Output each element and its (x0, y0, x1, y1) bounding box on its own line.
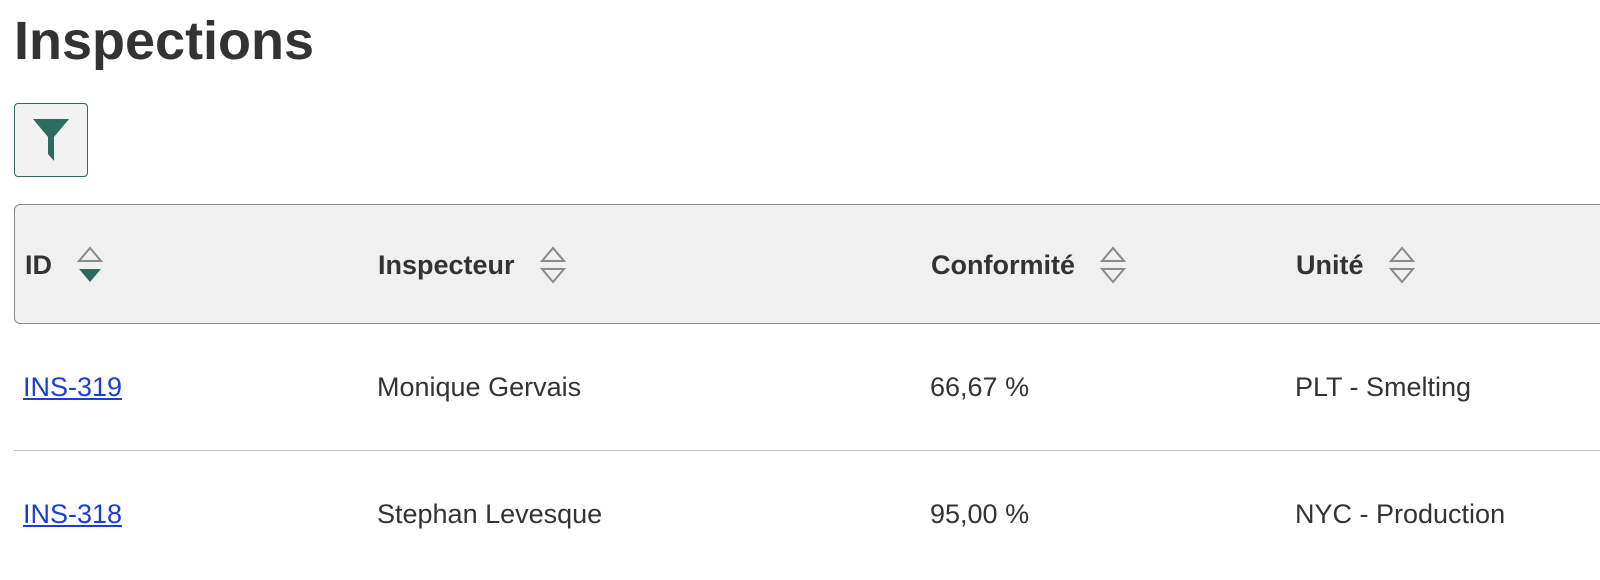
cell-unit: NYC - Production (1295, 498, 1506, 529)
cell-unit: PLT - Smelting (1295, 371, 1472, 402)
column-header-inspector[interactable]: Inspecteur (378, 205, 567, 325)
cell-compliance: 66,67 % (930, 371, 1030, 402)
column-header-unit[interactable]: Unité (1296, 205, 1416, 325)
filter-button[interactable] (14, 103, 88, 177)
cell-inspector: Stephan Levesque (377, 498, 603, 529)
inspection-id-link[interactable]: INS-318 (23, 499, 122, 530)
cell-id: INS-319 (23, 324, 122, 450)
cell-compliance: 95,00 % (930, 498, 1030, 529)
table-row: INS-319 Monique Gervais 66,67 % PLT - Sm… (14, 324, 1600, 450)
table-row: INS-318 Stephan Levesque 95,00 % NYC - P… (14, 451, 1600, 577)
sort-icon[interactable] (1388, 244, 1416, 286)
cell-id: INS-318 (23, 451, 122, 577)
filter-icon (33, 119, 69, 161)
column-header-compliance[interactable]: Conformité (931, 205, 1127, 325)
page-title: Inspections (14, 11, 315, 71)
sort-icon[interactable] (539, 244, 567, 286)
table-header: ID Inspecteur Conformité Unité (14, 204, 1600, 324)
cell-inspector: Monique Gervais (377, 371, 582, 402)
sort-icon[interactable] (1099, 244, 1127, 286)
column-header-id[interactable]: ID (25, 205, 104, 325)
sort-descending-icon[interactable] (76, 244, 104, 286)
inspection-id-link[interactable]: INS-319 (23, 372, 122, 403)
